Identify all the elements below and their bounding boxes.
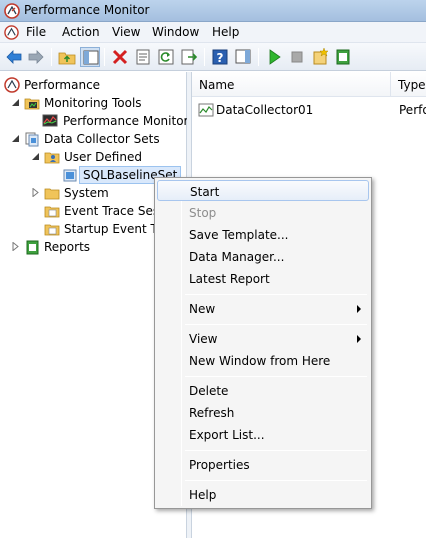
menu-item-new-window-from-here[interactable]: New Window from Here [157, 350, 369, 371]
stop-icon[interactable] [287, 47, 307, 67]
up-folder-icon[interactable] [57, 47, 77, 67]
new-icon[interactable] [310, 47, 330, 67]
folder-list-icon [44, 224, 60, 236]
menu-item-start[interactable]: Start [157, 180, 369, 201]
submenu-arrow-icon [357, 335, 361, 343]
menu-separator [185, 294, 367, 295]
folder-chart-icon [24, 98, 40, 110]
folder-icon [44, 188, 60, 200]
user-defined-folder-icon [44, 152, 60, 164]
tree-item-performance[interactable]: Performance [0, 76, 186, 94]
column-header-type[interactable]: Type [391, 72, 426, 97]
export-icon[interactable] [179, 47, 199, 67]
list-item[interactable]: DataCollector01 Perfo [196, 100, 426, 120]
tree-label: Performance [24, 78, 101, 92]
context-menu: Start Stop Save Template... Data Manager… [154, 177, 372, 509]
tree-item-user-defined[interactable]: User Defined [0, 148, 186, 166]
show-hide-action-pane-icon[interactable] [233, 47, 253, 67]
tree-label: User Defined [64, 150, 142, 164]
tree-label: System [64, 186, 109, 200]
menu-item-stop: Stop [189, 206, 217, 220]
performance-monitor-app-icon [4, 3, 20, 19]
system-menu-icon[interactable] [4, 25, 19, 40]
menu-item-data-manager[interactable]: Data Manager... [157, 246, 369, 267]
tree-label: Monitoring Tools [44, 96, 142, 110]
tree-label: Data Collector Sets [44, 132, 160, 146]
data-collector-sets-icon [25, 132, 39, 147]
title-bar: Performance Monitor [0, 0, 426, 22]
delete-icon[interactable] [110, 47, 130, 67]
menu-separator [185, 376, 367, 377]
properties-icon[interactable] [133, 47, 153, 67]
refresh-icon[interactable] [156, 47, 176, 67]
menu-item-new[interactable]: New [157, 298, 369, 319]
menu-item-refresh[interactable]: Refresh [157, 402, 369, 423]
tree-label: Startup Event Tra [64, 222, 169, 236]
menu-item-delete[interactable]: Delete [157, 380, 369, 401]
submenu-arrow-icon [357, 305, 361, 313]
expanded-arrow-icon[interactable] [31, 152, 40, 161]
menu-file[interactable]: File [26, 25, 46, 39]
folder-list-icon [44, 206, 60, 218]
collapsed-arrow-icon[interactable] [31, 188, 40, 197]
svg-text:?: ? [217, 51, 224, 65]
report-icon[interactable] [333, 47, 353, 67]
tree-item-data-collector-sets[interactable]: Data Collector Sets [0, 130, 186, 148]
menu-bar: File Action View Window Help [0, 22, 426, 43]
menu-item-export-list[interactable]: Export List... [157, 424, 369, 445]
help-icon[interactable]: ? [210, 47, 230, 67]
tree-label: Reports [44, 240, 91, 254]
toolbar: ? [0, 43, 426, 71]
menu-view[interactable]: View [112, 25, 140, 39]
menu-item-save-template[interactable]: Save Template... [157, 224, 369, 245]
menu-item-properties[interactable]: Properties [157, 454, 369, 475]
collapsed-arrow-icon[interactable] [11, 242, 20, 251]
show-hide-tree-icon[interactable] [80, 47, 100, 67]
start-icon[interactable] [264, 47, 284, 67]
tree-label: Event Trace Sessi [64, 204, 169, 218]
reports-icon [26, 240, 39, 255]
back-icon[interactable] [4, 47, 24, 67]
chart-monitor-icon [42, 114, 58, 127]
expanded-arrow-icon[interactable] [11, 98, 20, 107]
list-item-type: Perfo [399, 103, 426, 117]
data-collector-set-icon [63, 169, 77, 182]
forward-icon[interactable] [26, 47, 46, 67]
tree-item-monitoring-tools[interactable]: Monitoring Tools [0, 94, 186, 112]
menu-separator [185, 480, 367, 481]
expanded-arrow-icon[interactable] [11, 134, 20, 143]
data-collector-icon [198, 103, 214, 117]
menu-action[interactable]: Action [62, 25, 100, 39]
column-header-name[interactable]: Name [192, 72, 391, 97]
list-item-name: DataCollector01 [216, 103, 314, 117]
menu-separator [185, 324, 367, 325]
menu-item-help[interactable]: Help [157, 484, 369, 505]
menu-window[interactable]: Window [152, 25, 199, 39]
tree-item-performance-monitor[interactable]: Performance Monitor [0, 112, 189, 130]
window-title: Performance Monitor [24, 3, 150, 17]
performance-icon [4, 77, 20, 93]
menu-help[interactable]: Help [212, 25, 239, 39]
menu-item-view[interactable]: View [157, 328, 369, 349]
menu-separator [185, 450, 367, 451]
menu-item-latest-report[interactable]: Latest Report [157, 268, 369, 289]
tree-label: Performance Monitor [63, 114, 189, 128]
